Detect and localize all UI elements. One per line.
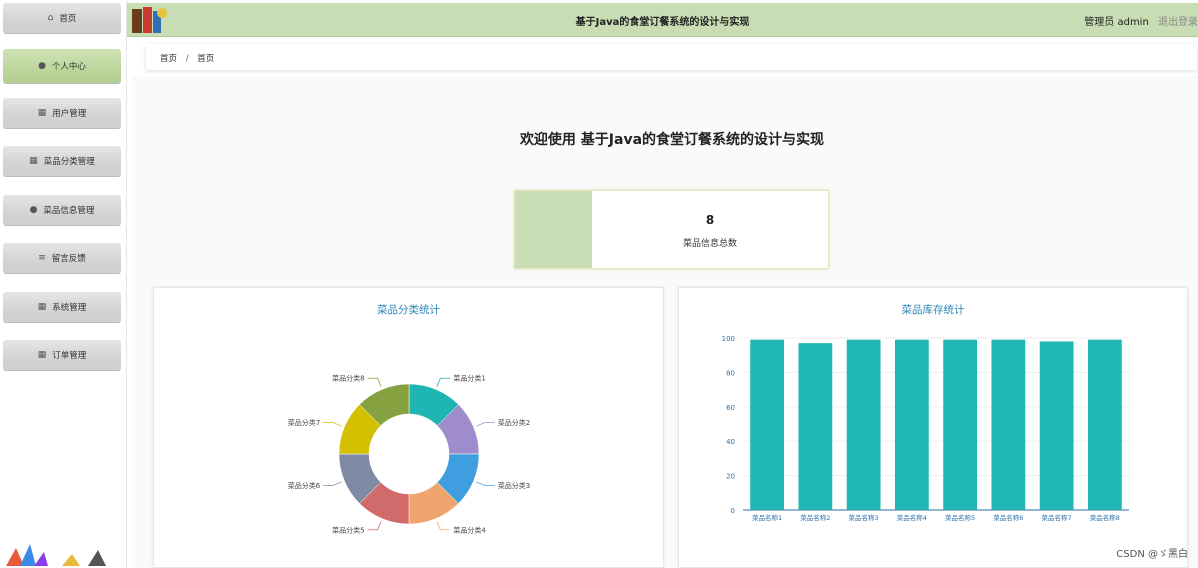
sidebar-item-label: 订单管理 [52,351,87,361]
home-icon: ⌂ [47,13,54,23]
x-tick-label: 菜品名称4 [897,513,927,522]
bar[interactable] [750,339,785,510]
role-label: 管理员 [1084,17,1115,28]
sliders-icon: ≡ [38,253,46,263]
sidebar-item-system[interactable]: ▦ 系统管理 [3,292,121,322]
sidebar: ⌂ 首页 ● 个人中心 ▦ 用户管理 ▦ 菜品分类管理 ● 菜品信息管理 ≡ 留… [0,0,127,568]
pie-label-line [367,521,382,531]
y-tick-label: 80 [726,369,735,377]
sidebar-item-dish-info[interactable]: ● 菜品信息管理 [3,195,121,225]
pie-slice-label: 菜品分类3 [498,481,530,490]
pie-label-line [436,521,451,531]
pie-label-line [476,481,495,486]
pie-slice-label: 菜品分类5 [332,525,364,534]
welcome-heading: 欢迎使用 基于Java的食堂订餐系统的设计与实现 [519,132,825,148]
stat-card: 8 菜品信息总数 [514,190,829,269]
table-icon: ▦ [37,350,47,360]
stat-card-accent [515,191,592,268]
user-icon: ● [38,61,46,71]
top-header: 基于Java的食堂订餐系统的设计与实现 管理员 admin 退出登录 [127,3,1198,37]
x-tick-label: 菜品名称7 [1042,513,1072,522]
sidebar-item-feedback[interactable]: ≡ 留言反馈 [3,243,121,273]
category-chart-panel: 菜品分类统计 菜品分类1 菜品分类2 菜品分类3 菜品分类4 菜品分类5 菜品分类6 菜品分… [153,287,664,568]
bar[interactable] [1039,341,1074,510]
pie-label-line [436,377,451,387]
x-tick-label: 菜品名称5 [945,513,975,522]
category-pie-chart: 菜品分类1 菜品分类2 菜品分类3 菜品分类4 菜品分类5 菜品分类6 菜品分类7 菜品分类8 [288,374,530,535]
pie-slice-label: 菜品分类2 [498,418,530,427]
x-tick-label: 菜品名称8 [1090,513,1120,522]
sidebar-item-label: 菜品分类管理 [43,157,95,167]
y-tick-label: 20 [726,473,735,481]
pie-slice-label: 菜品分类1 [453,374,485,383]
grid-icon: ▦ [29,156,38,166]
sidebar-item-home[interactable]: ⌂ 首页 [3,3,121,33]
bar[interactable] [846,339,881,510]
y-tick-label: 0 [731,507,735,515]
sidebar-item-label: 用户管理 [52,109,87,119]
grid-icon: ▦ [37,108,47,118]
stock-chart-panel: 菜品库存统计 0 20 40 60 80 100 菜品名称1 菜品名称2 菜品名称3 菜品名称4 菜… [678,287,1188,568]
watermark: CSDN @ゞ黑白 [1116,549,1188,560]
x-tick-label: 菜品名称1 [752,513,782,522]
y-tick-label: 60 [726,404,735,412]
sidebar-item-label: 首页 [59,14,77,24]
pie-label-line [323,481,342,486]
pie-label-line [367,377,382,387]
y-tick-label: 100 [722,335,735,343]
sidebar-item-dish-category[interactable]: ▦ 菜品分类管理 [3,146,121,176]
logout-link[interactable]: 退出登录 [1158,17,1198,28]
sidebar-item-label: 菜品信息管理 [43,206,95,216]
stock-bar-chart: 0 20 40 60 80 100 菜品名称1 菜品名称2 菜品名称3 菜品名称4 菜品名称5 菜品名… [722,335,1129,522]
sidebar-item-label: 个人中心 [51,62,86,72]
bar[interactable] [798,343,833,510]
pie-label-line [323,422,342,427]
bar[interactable] [1087,339,1122,510]
pie-slice-label: 菜品分类6 [288,481,321,490]
stat-label: 菜品信息总数 [682,239,737,249]
x-tick-label: 菜品名称3 [849,513,879,522]
app-title: 基于Java的食堂订餐系统的设计与实现 [575,17,750,28]
breadcrumb-separator: / [185,54,189,64]
breadcrumb: 首页 / 首页 [146,44,1196,70]
pie-slice-label: 菜品分类4 [453,525,486,534]
sidebar-item-users[interactable]: ▦ 用户管理 [3,98,121,128]
sidebar-item-label: 系统管理 [52,303,87,313]
y-tick-label: 40 [726,438,735,446]
pin-icon: ● [29,205,38,215]
grid-icon: ▦ [37,302,47,312]
username-label: admin [1117,17,1149,28]
pie-slice-label: 菜品分类8 [332,374,364,383]
x-tick-label: 菜品名称2 [800,513,830,522]
bar[interactable] [943,339,978,510]
sidebar-item-profile[interactable]: ● 个人中心 [3,49,121,83]
bar[interactable] [991,339,1026,510]
stat-value: 8 [705,213,715,227]
breadcrumb-current: 首页 [197,54,215,64]
sidebar-logo-image [6,544,106,566]
sidebar-item-orders[interactable]: ▦ 订单管理 [3,340,121,370]
breadcrumb-home[interactable]: 首页 [160,54,177,64]
sidebar-item-label: 留言反馈 [51,254,86,264]
user-info: 管理员 admin 退出登录 [1084,13,1198,28]
pie-label-line [476,422,495,427]
bar[interactable] [894,339,929,510]
pie-slice-label: 菜品分类7 [288,418,320,427]
x-tick-label: 菜品名称6 [993,513,1023,522]
